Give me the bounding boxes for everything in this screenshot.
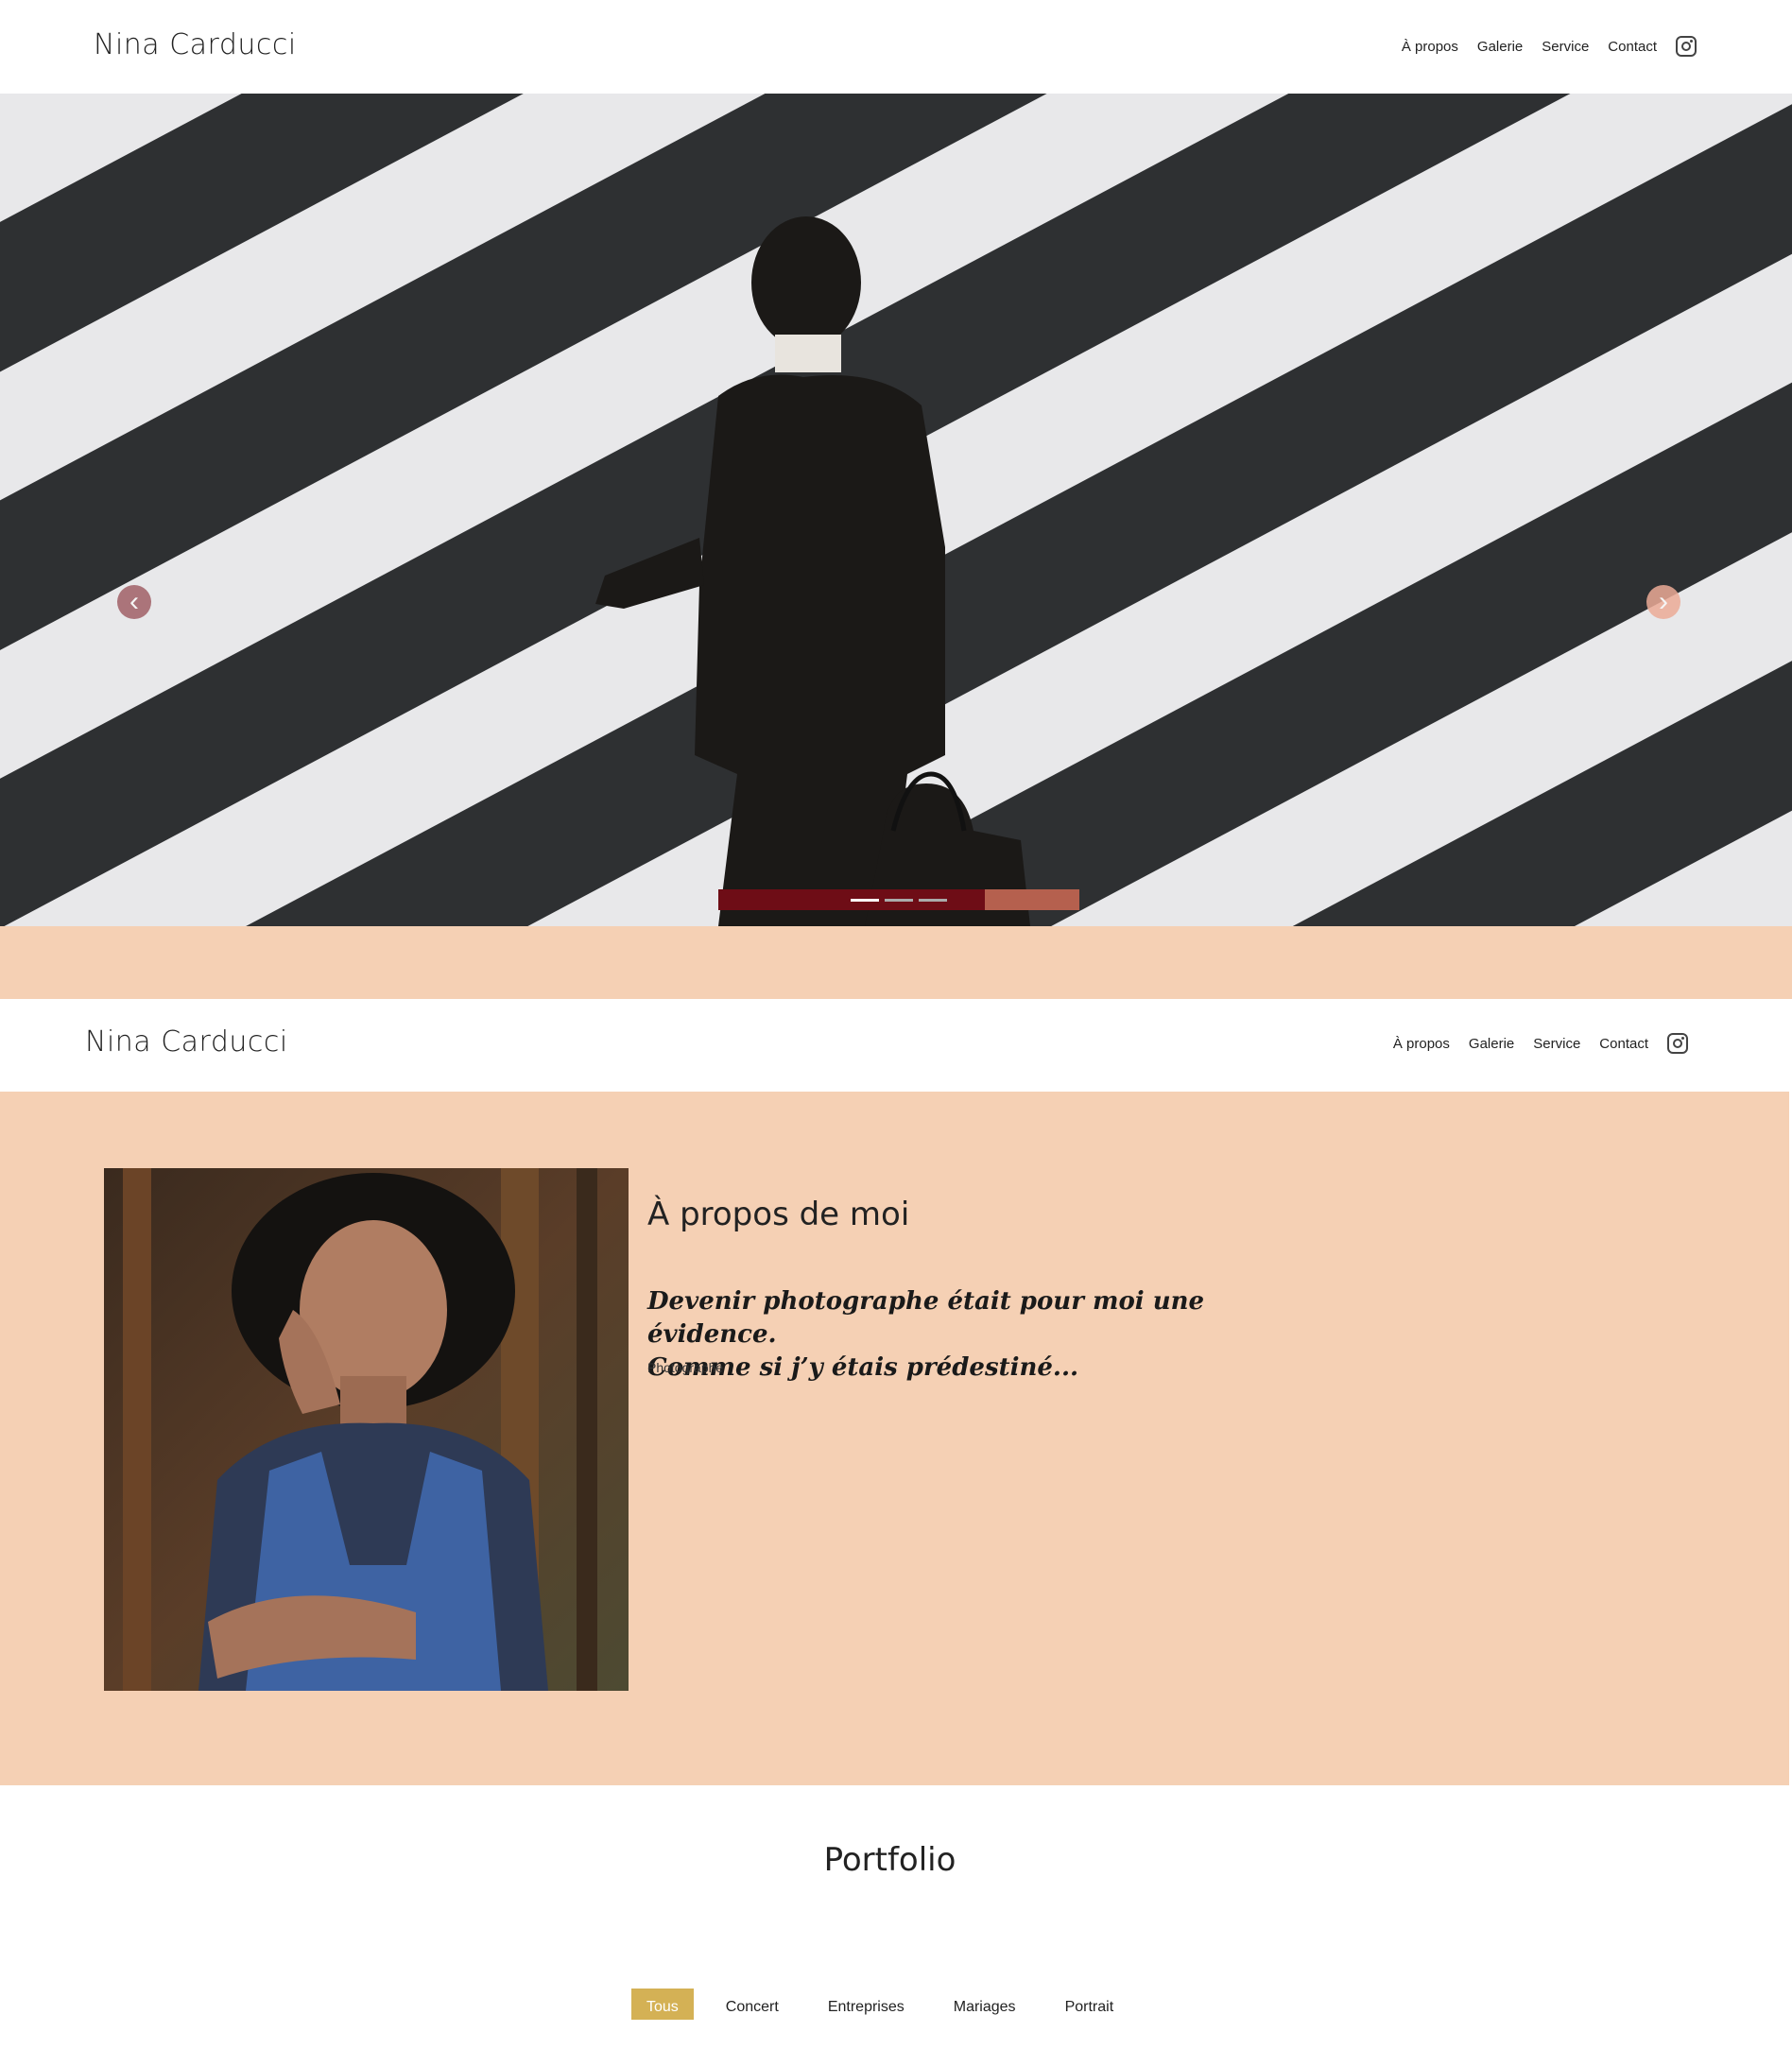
about-role: Photographe (647, 1360, 724, 1375)
about-title: À propos de moi (647, 1196, 910, 1233)
chevron-right-icon: › (1659, 586, 1668, 617)
portfolio-filters: Tous Concert Entreprises Mariages Portra… (631, 1989, 1146, 2020)
filter-entreprises[interactable]: Entreprises (812, 1989, 921, 2020)
about-quote: Devenir photographe était pour moi une é… (647, 1285, 1309, 1385)
about-quote-line-2: Comme si j’y étais prédestiné... (647, 1353, 1079, 1382)
filter-portrait[interactable]: Portrait (1049, 1989, 1130, 2020)
hero-carousel: ‹ › (0, 94, 1792, 926)
chevron-left-icon: ‹ (129, 586, 139, 617)
section-divider (0, 926, 1792, 999)
carousel-next-button[interactable]: › (1646, 585, 1680, 619)
instagram-icon[interactable] (1667, 1033, 1688, 1054)
nav-link-service[interactable]: Service (1542, 39, 1589, 55)
instagram-icon[interactable] (1676, 36, 1697, 57)
site-header-sticky: Nina Carducci À propos Galerie Service C… (0, 999, 1792, 1092)
site-brand[interactable]: Nina Carducci (85, 1025, 288, 1059)
filter-concert[interactable]: Concert (710, 1989, 795, 2020)
about-section: À propos de moi Devenir photographe étai… (0, 1092, 1789, 1785)
nav-link-about[interactable]: À propos (1393, 1036, 1450, 1052)
filter-mariages[interactable]: Mariages (938, 1989, 1032, 2020)
nav-link-about[interactable]: À propos (1402, 39, 1458, 55)
carousel-indicator-1[interactable] (851, 898, 879, 902)
nav-link-gallery[interactable]: Galerie (1469, 1036, 1514, 1052)
carousel-indicator-3[interactable] (919, 898, 947, 902)
nav-link-gallery[interactable]: Galerie (1477, 39, 1523, 55)
nav-link-contact[interactable]: Contact (1599, 1036, 1648, 1052)
photographer-portrait (104, 1168, 629, 1691)
main-nav: À propos Galerie Service Contact (1402, 36, 1697, 57)
site-header: Nina Carducci À propos Galerie Service C… (0, 0, 1792, 94)
indicator-bar-accent (985, 889, 1079, 910)
hero-image (0, 94, 1792, 926)
filter-all[interactable]: Tous (631, 1989, 694, 2020)
carousel-indicators (718, 889, 1079, 910)
main-nav: À propos Galerie Service Contact (1393, 1033, 1688, 1054)
carousel-indicator-2[interactable] (885, 898, 913, 902)
site-brand[interactable]: Nina Carducci (94, 28, 297, 61)
nav-link-service[interactable]: Service (1533, 1036, 1580, 1052)
portfolio-title: Portfolio (823, 1841, 956, 1879)
carousel-prev-button[interactable]: ‹ (117, 585, 151, 619)
nav-link-contact[interactable]: Contact (1608, 39, 1657, 55)
about-quote-line-1: Devenir photographe était pour moi une é… (647, 1287, 1205, 1349)
